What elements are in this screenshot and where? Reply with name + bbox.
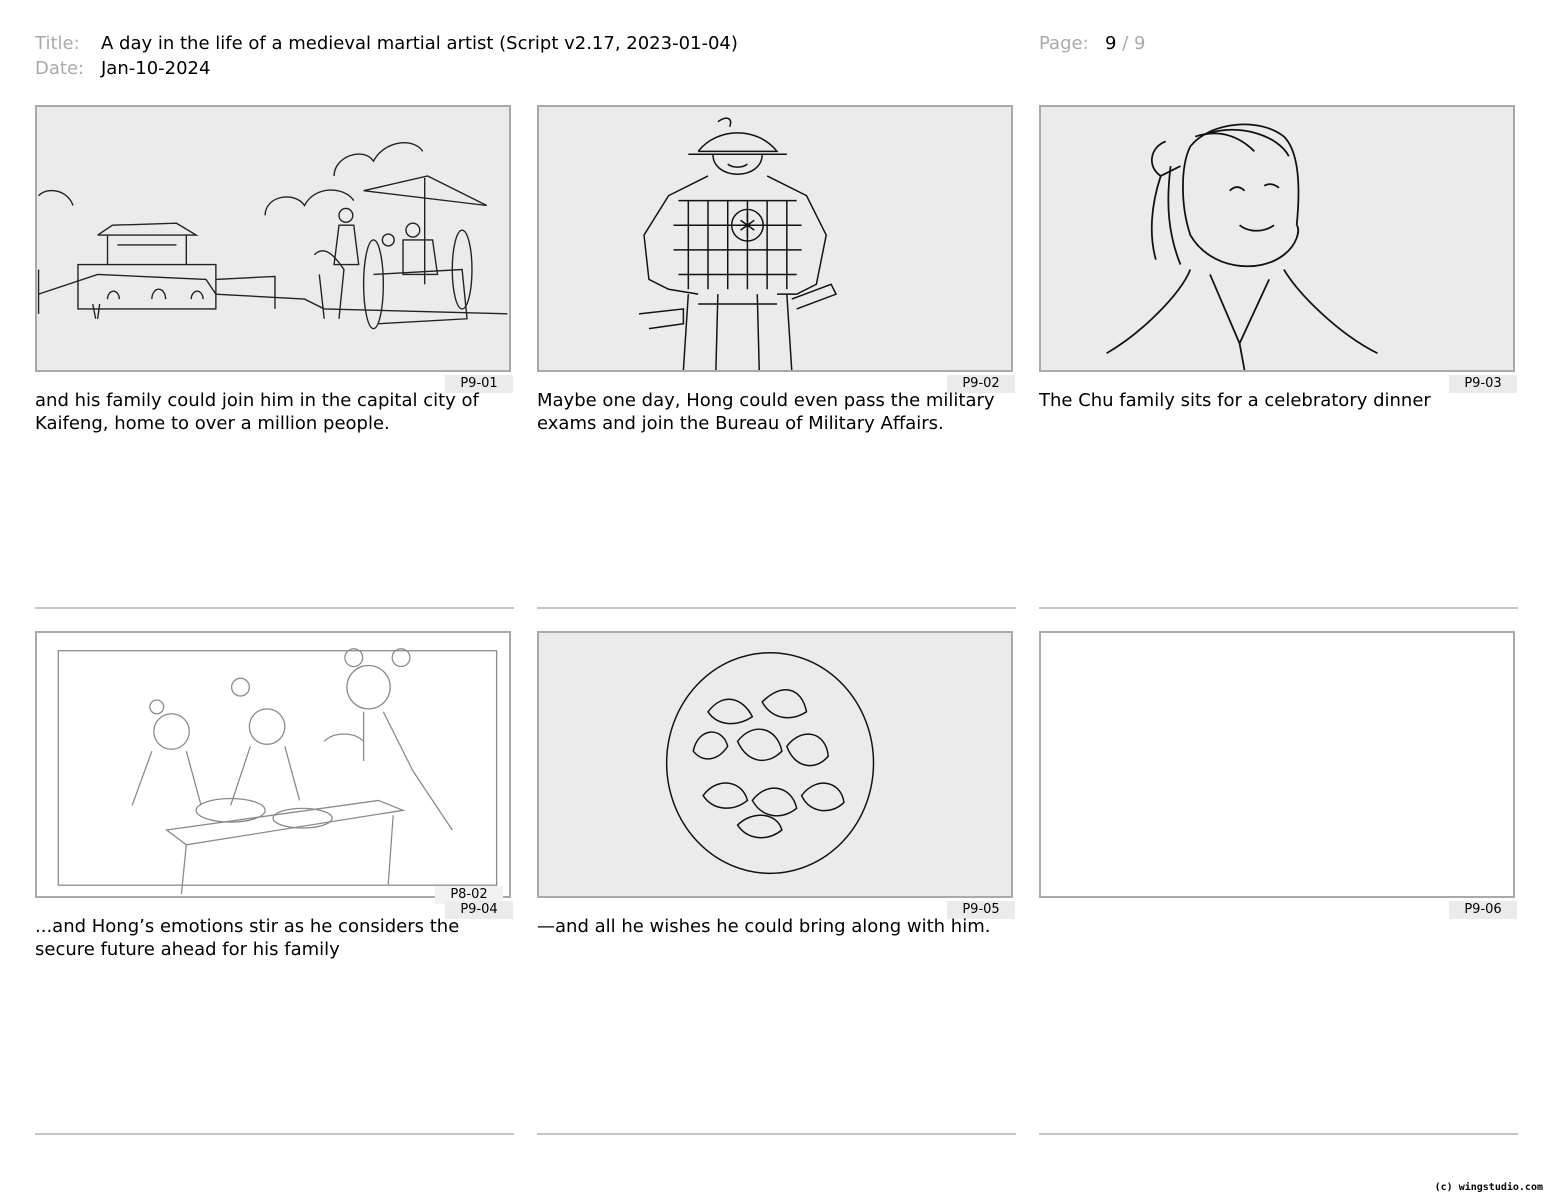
caption-divider-3 xyxy=(1039,607,1518,609)
panel-caption-4: ...and Hong’s emotions stir as he consid… xyxy=(35,916,460,960)
caption-divider-4 xyxy=(35,1133,514,1135)
caption-divider-2 xyxy=(537,607,1016,609)
panel-image-2 xyxy=(537,105,1013,372)
panel-image-4 xyxy=(35,631,511,898)
panel-caption-2: Maybe one day, Hong could even pass the … xyxy=(537,390,995,434)
page-current: 9 xyxy=(1105,33,1117,54)
panel-image-3 xyxy=(1039,105,1515,372)
panel-caption-5: —and all he wishes he could bring along … xyxy=(537,916,991,937)
panel-image-1 xyxy=(35,105,511,372)
panel-id-tag-6: P9-06 xyxy=(1449,901,1517,919)
city-carriage-sketch xyxy=(37,142,508,330)
caption-divider-5 xyxy=(537,1133,1016,1135)
family-dinner-sketch xyxy=(57,648,498,895)
panel-caption-3: The Chu family sits for a celebratory di… xyxy=(1039,390,1431,411)
document-date: Jan-10-2024 xyxy=(101,58,211,79)
page-label: Page: xyxy=(1039,33,1089,54)
armored-warrior-sketch xyxy=(638,117,838,370)
page-total: 9 xyxy=(1134,33,1146,54)
title-label: Title: xyxy=(35,33,80,54)
panel-caption-1: and his family could join him in the cap… xyxy=(35,390,479,434)
caption-divider-6 xyxy=(1039,1133,1518,1135)
page-separator: / xyxy=(1122,33,1129,54)
dumpling-plate-sketch xyxy=(665,651,875,875)
portrait-sketch xyxy=(1106,123,1378,370)
date-label: Date: xyxy=(35,58,85,79)
panel-image-5 xyxy=(537,631,1013,898)
document-title: A day in the life of a medieval martial … xyxy=(101,33,738,54)
copyright-footer: (c) wingstudio.com xyxy=(1434,1182,1543,1193)
caption-divider-1 xyxy=(35,607,514,609)
page-indicator: 9 / 9 xyxy=(1105,33,1145,54)
panel-image-6 xyxy=(1039,631,1515,898)
